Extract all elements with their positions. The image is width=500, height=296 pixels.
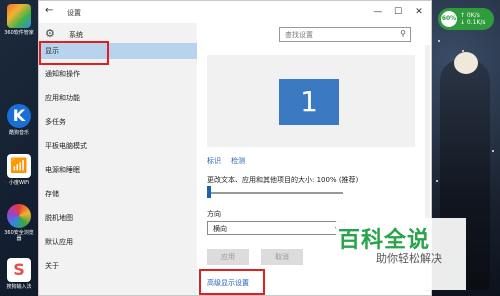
sidebar-item-about[interactable]: 关于 [39,258,197,274]
desktop-icon-label: 360软件管家 [4,30,34,36]
desktop-icon-360-software[interactable]: 360软件管家 [2,4,36,36]
sidebar-item-multitasking[interactable]: 多任务 [39,114,197,130]
upload-speed: ↑ 0K/s [460,12,480,19]
apply-button[interactable]: 应用 [207,249,249,265]
desktop-icon-360-browser[interactable]: 360安全浏览器 [2,204,36,242]
maximize-button[interactable]: ☐ [389,4,407,20]
back-arrow-icon[interactable]: ← [45,5,53,16]
search-input[interactable]: 查找设置 ⚲ [279,27,411,42]
sidebar-item-label: 应用和功能 [45,94,80,102]
gear-icon: ⚙ [45,27,55,40]
close-button[interactable]: ✕ [410,4,428,20]
memory-percent: 60% [441,11,457,27]
search-icon: ⚲ [400,29,406,38]
sidebar-item-label: 通知和操作 [45,70,80,78]
detect-link[interactable]: 检测 [231,156,245,166]
sidebar-item-default-apps[interactable]: 默认应用 [39,234,197,250]
sogou-s-icon: S [7,258,31,282]
wifi-icon: 📶 [7,154,31,178]
scale-slider-thumb[interactable] [207,186,211,198]
scale-slider-track[interactable] [207,192,343,194]
watermark-subtitle: 助你轻松解决 [376,252,442,265]
sidebar-item-label: 脱机地图 [45,214,73,222]
title-bar: ← 设置 — ☐ ✕ [39,1,431,23]
window-title: 设置 [67,9,81,17]
wallpaper-figure-head [454,52,478,74]
sidebar-item-storage[interactable]: 存储 [39,186,197,202]
desktop-left-strip: 360软件管家 K 酷狗音乐 📶 小度WiFi 360安全浏览器 S 搜狗输入法 [0,0,38,296]
minimize-button[interactable]: — [369,4,387,20]
app-grid-icon [7,4,31,28]
desktop-icon-label: 360安全浏览器 [4,230,34,242]
kugou-k-icon: K [7,104,31,128]
search-placeholder: 查找设置 [285,31,313,39]
desktop-icon-label: 小度WiFi [8,180,30,186]
network-speed-widget[interactable]: 60% ↑ 0K/s ↓ 0.1K/s [438,8,494,30]
cancel-button[interactable]: 取消 [261,249,303,265]
sidebar-item-notifications[interactable]: 通知和操作 [39,66,197,82]
sidebar-item-label: 关于 [45,262,59,270]
sidebar-item-offline-maps[interactable]: 脱机地图 [39,210,197,226]
monitor-tile[interactable]: 1 [279,79,339,125]
desktop-icon-label: 搜狗输入法 [6,284,32,290]
sidebar-item-apps[interactable]: 应用和功能 [39,90,197,106]
sidebar-item-power[interactable]: 电源和睡眠 [39,162,197,178]
browser-icon [7,204,31,228]
desktop-icon-kugou[interactable]: K 酷狗音乐 [2,104,36,136]
sidebar-item-label: 平板电脑模式 [45,142,87,150]
annotation-box-advanced [199,269,265,295]
desktop-icon-label: 酷狗音乐 [8,130,29,136]
sidebar-item-label: 电源和睡眠 [45,166,80,174]
monitor-preview-area: 1 [207,55,415,147]
sidebar-item-tablet-mode[interactable]: 平板电脑模式 [39,138,197,154]
annotation-box-display [39,41,109,65]
sidebar-item-label: 默认应用 [45,238,73,246]
sidebar-item-label: 多任务 [45,118,66,126]
download-speed: ↓ 0.1K/s [460,19,486,26]
orientation-label: 方向 [207,210,221,218]
sidebar-item-label: 存储 [45,190,59,198]
orientation-value: 横向 [213,225,227,233]
sidebar-header-label: 系统 [69,31,83,39]
orientation-select[interactable]: 横向 ⌄ [207,221,345,235]
desktop-icon-sogou[interactable]: S 搜狗输入法 [2,258,36,290]
desktop-icon-wifi[interactable]: 📶 小度WiFi [2,154,36,186]
identify-link[interactable]: 标识 [207,156,221,166]
scale-label: 更改文本、应用和其他项目的大小: 100% (推荐) [207,176,359,184]
